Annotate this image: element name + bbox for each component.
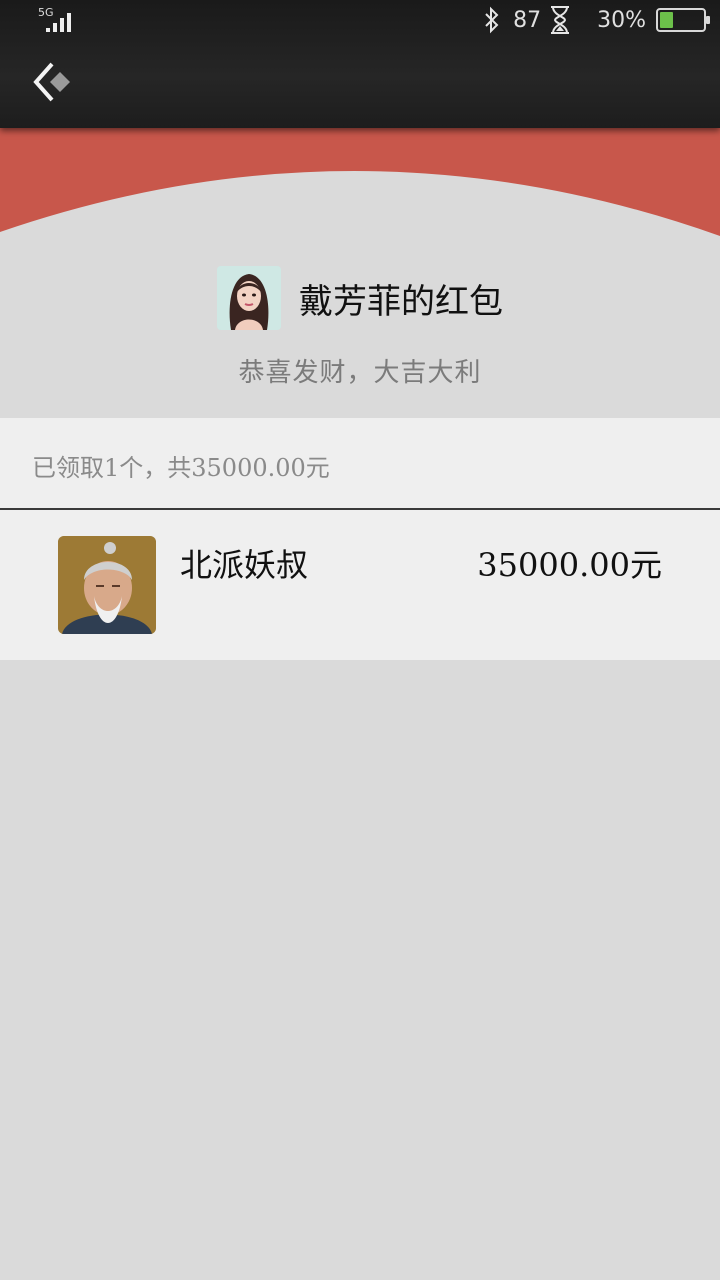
top-bar: 5G 87 30% bbox=[0, 0, 720, 128]
battery-icon bbox=[656, 8, 710, 32]
sender-avatar[interactable] bbox=[217, 266, 281, 330]
list-item[interactable]: 北派妖叔 35000.00元 bbox=[0, 510, 720, 660]
back-chevron-icon bbox=[33, 62, 70, 102]
receiver-name: 北派妖叔 bbox=[180, 546, 309, 584]
battery-percent: 30% bbox=[597, 7, 646, 33]
receiver-avatar[interactable] bbox=[58, 536, 156, 634]
status-number: 87 bbox=[513, 7, 542, 33]
claim-summary-text: 已领取1个，共35000.00元 bbox=[32, 454, 330, 482]
back-button[interactable] bbox=[30, 58, 78, 106]
hourglass-icon bbox=[551, 6, 570, 34]
battery-fill bbox=[660, 12, 673, 28]
sender-title: 戴芳菲的红包 bbox=[299, 281, 503, 322]
signal-indicator: 5G bbox=[38, 6, 78, 34]
received-amount: 35000.00元 bbox=[477, 546, 662, 584]
signal-bars-icon bbox=[46, 13, 71, 32]
sender-info: 戴芳菲的红包 bbox=[0, 266, 720, 330]
envelope-flap bbox=[0, 128, 720, 236]
status-right: 87 30% bbox=[481, 4, 710, 36]
claim-summary: 已领取1个，共35000.00元 bbox=[0, 418, 720, 510]
status-bar: 5G 87 30% bbox=[0, 0, 720, 40]
blessing-message: 恭喜发财，大吉大利 bbox=[238, 358, 482, 388]
bluetooth-icon bbox=[485, 6, 499, 34]
